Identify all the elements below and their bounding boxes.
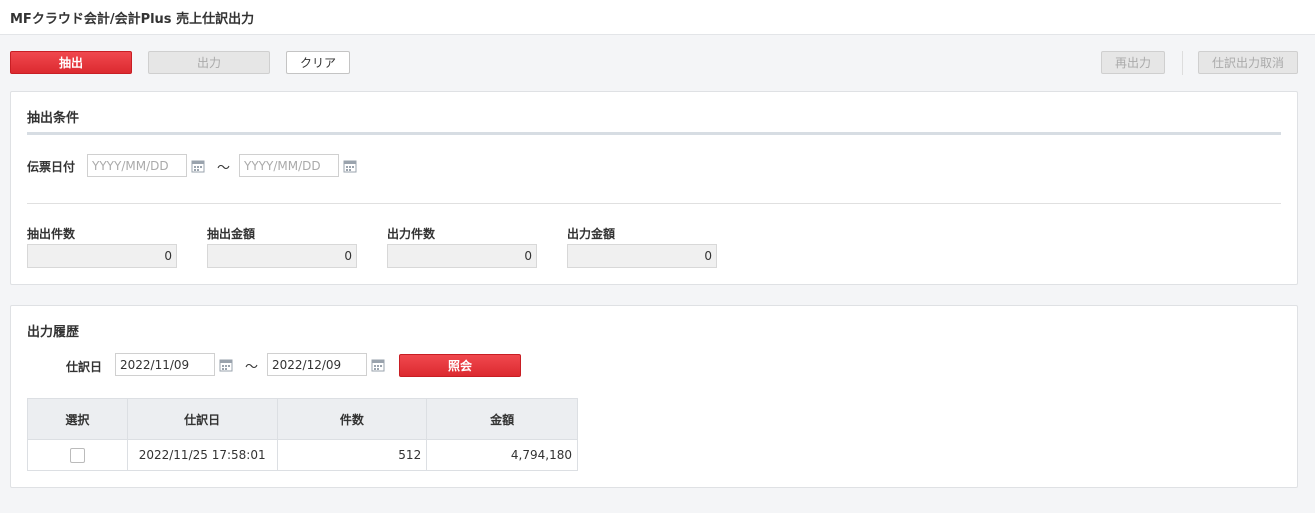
date-range-separator: ～ — [217, 161, 231, 176]
extract-count-label: 抽出件数 — [27, 227, 76, 241]
output-count-value: 0 — [387, 244, 537, 268]
search-button[interactable]: 照会 — [399, 354, 521, 377]
history-title: 出力履歴 — [27, 325, 80, 340]
journal-date-cell: 2022/11/25 17:58:01 — [126, 439, 278, 471]
calendar-icon[interactable] — [371, 358, 385, 372]
calendar-icon[interactable] — [343, 159, 357, 173]
page-title: MFクラウド会計/会計Plus 売上仕訳出力 — [10, 12, 255, 27]
output-amount-value: 0 — [567, 244, 717, 268]
cancel-output-button[interactable]: 仕訳出力取消 — [1198, 51, 1298, 74]
reoutput-button[interactable]: 再出力 — [1101, 51, 1165, 74]
history-table: 選択 仕訳日 件数 金額 2022/11/25 17:58:01 512 4,7… — [27, 398, 578, 471]
calendar-icon[interactable] — [219, 358, 233, 372]
output-button[interactable]: 出力 — [148, 51, 270, 74]
amount-cell: 4,794,180 — [426, 439, 578, 471]
column-header-journal-date: 仕訳日 — [126, 398, 278, 440]
journal-date-to-input[interactable]: 2022/12/09 — [267, 353, 367, 376]
extract-amount-label: 抽出金額 — [207, 227, 256, 241]
history-date-separator: ～ — [245, 360, 259, 375]
journal-date-label: 仕訳日 — [66, 360, 103, 374]
output-count-label: 出力件数 — [387, 227, 436, 241]
slip-date-to-input[interactable]: YYYY/MM/DD — [239, 154, 339, 177]
extract-button[interactable]: 抽出 — [10, 51, 132, 74]
column-header-count: 件数 — [276, 398, 428, 440]
slip-date-from-input[interactable]: YYYY/MM/DD — [87, 154, 187, 177]
extract-amount-value: 0 — [207, 244, 357, 268]
extract-count-value: 0 — [27, 244, 177, 268]
slip-date-label: 伝票日付 — [27, 160, 76, 174]
column-header-amount: 金額 — [426, 398, 578, 440]
conditions-divider — [27, 203, 1281, 204]
title-bar: MFクラウド会計/会計Plus 売上仕訳出力 — [0, 0, 1315, 35]
select-cell — [27, 439, 128, 471]
clear-button[interactable]: クリア — [286, 51, 350, 74]
column-header-select: 選択 — [27, 398, 128, 440]
count-cell: 512 — [276, 439, 428, 471]
conditions-title: 抽出条件 — [27, 111, 80, 126]
conditions-title-rule — [27, 132, 1281, 135]
toolbar-divider — [1182, 51, 1183, 75]
journal-date-from-input[interactable]: 2022/11/09 — [115, 353, 215, 376]
calendar-icon[interactable] — [191, 159, 205, 173]
output-amount-label: 出力金額 — [567, 227, 616, 241]
table-row[interactable]: 2022/11/25 17:58:01 512 4,794,180 — [27, 439, 578, 471]
checkbox-icon[interactable] — [69, 447, 85, 463]
table-header-row: 選択 仕訳日 件数 金額 — [27, 398, 578, 440]
